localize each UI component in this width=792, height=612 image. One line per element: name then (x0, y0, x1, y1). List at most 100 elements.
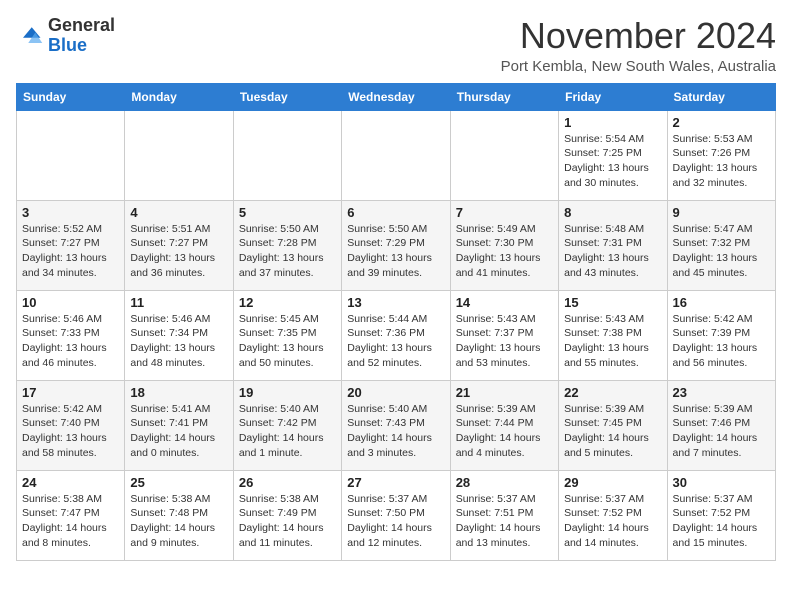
day-number: 18 (130, 385, 227, 400)
day-cell: 28Sunrise: 5:37 AM Sunset: 7:51 PM Dayli… (450, 470, 558, 560)
day-info: Sunrise: 5:52 AM Sunset: 7:27 PM Dayligh… (22, 222, 119, 281)
day-info: Sunrise: 5:37 AM Sunset: 7:50 PM Dayligh… (347, 492, 444, 551)
day-cell: 13 Sunrise: 5:44 AM Sunset: 7:36 PM Dayli… (342, 290, 450, 380)
day-number: 14 (456, 295, 553, 310)
day-info: Sunrise: 5:47 AM Sunset: 7:32 PM Dayligh… (673, 222, 770, 281)
day-number: 5 (239, 205, 336, 220)
day-cell: 1 Sunrise: 5:54 AM Sunset: 7:25 PM Daylig… (559, 110, 667, 200)
day-info: Sunrise: 5:44 AM Sunset: 7:36 PM Dayligh… (347, 312, 444, 371)
day-number: 9 (673, 205, 770, 220)
day-info: Sunrise: 5:37 AM Sunset: 7:52 PM Dayligh… (564, 492, 661, 551)
weekday-header-row: SundayMondayTuesdayWednesdayThursdayFrid… (17, 83, 776, 110)
day-cell: 27 Sunrise: 5:37 AM Sunset: 7:50 PM Dayli… (342, 470, 450, 560)
day-info: Sunrise: 5:51 AM Sunset: 7:27 PM Dayligh… (130, 222, 227, 281)
day-number: 7 (456, 205, 553, 220)
day-info: Sunrise: 5:43 AM Sunset: 7:37 PM Dayligh… (456, 312, 553, 371)
day-cell: 6 Sunrise: 5:50 AM Sunset: 7:29 PM Daylig… (342, 200, 450, 290)
day-info: Sunrise: 5:39 AM Sunset: 7:46 PM Dayligh… (673, 402, 770, 461)
day-number: 20 (347, 385, 444, 400)
day-number: 4 (130, 205, 227, 220)
day-cell (17, 110, 125, 200)
day-info: Sunrise: 5:38 AM Sunset: 7:47 PM Dayligh… (22, 492, 119, 551)
day-cell: 19 Sunrise: 5:40 AM Sunset: 7:42 PM Dayli… (233, 380, 341, 470)
day-cell (450, 110, 558, 200)
logo: General Blue (16, 16, 115, 56)
day-cell: 18 Sunrise: 5:41 AM Sunset: 7:41 PM Dayli… (125, 380, 233, 470)
day-number: 10 (22, 295, 119, 310)
day-cell: 12 Sunrise: 5:45 AM Sunset: 7:35 PM Dayli… (233, 290, 341, 380)
day-number: 19 (239, 385, 336, 400)
day-info: Sunrise: 5:39 AM Sunset: 7:45 PM Dayligh… (564, 402, 661, 461)
day-info: Sunrise: 5:40 AM Sunset: 7:43 PM Dayligh… (347, 402, 444, 461)
title-area: November 2024 Port Kembla, New South Wal… (501, 16, 776, 75)
day-number: 17 (22, 385, 119, 400)
day-info: Sunrise: 5:49 AM Sunset: 7:30 PM Dayligh… (456, 222, 553, 281)
day-cell (125, 110, 233, 200)
day-cell: 7 Sunrise: 5:49 AM Sunset: 7:30 PM Daylig… (450, 200, 558, 290)
day-cell: 25 Sunrise: 5:38 AM Sunset: 7:48 PM Dayli… (125, 470, 233, 560)
day-cell: 26 Sunrise: 5:38 AM Sunset: 7:49 PM Dayli… (233, 470, 341, 560)
day-info: Sunrise: 5:43 AM Sunset: 7:38 PM Dayligh… (564, 312, 661, 371)
week-row-4: 24Sunrise: 5:38 AM Sunset: 7:47 PM Dayli… (17, 470, 776, 560)
day-cell: 14 Sunrise: 5:43 AM Sunset: 7:37 PM Dayli… (450, 290, 558, 380)
weekday-header-friday: Friday (559, 83, 667, 110)
day-info: Sunrise: 5:45 AM Sunset: 7:35 PM Dayligh… (239, 312, 336, 371)
week-row-2: 10 Sunrise: 5:46 AM Sunset: 7:33 PM Dayli… (17, 290, 776, 380)
day-info: Sunrise: 5:38 AM Sunset: 7:49 PM Dayligh… (239, 492, 336, 551)
logo-icon (16, 22, 44, 50)
day-info: Sunrise: 5:39 AM Sunset: 7:44 PM Dayligh… (456, 402, 553, 461)
day-info: Sunrise: 5:37 AM Sunset: 7:51 PM Dayligh… (456, 492, 553, 551)
day-info: Sunrise: 5:53 AM Sunset: 7:26 PM Dayligh… (673, 132, 770, 191)
day-cell: 16Sunrise: 5:42 AM Sunset: 7:39 PM Dayli… (667, 290, 775, 380)
day-cell: 9 Sunrise: 5:47 AM Sunset: 7:32 PM Daylig… (667, 200, 775, 290)
weekday-header-thursday: Thursday (450, 83, 558, 110)
week-row-1: 3 Sunrise: 5:52 AM Sunset: 7:27 PM Daylig… (17, 200, 776, 290)
day-number: 13 (347, 295, 444, 310)
week-row-3: 17 Sunrise: 5:42 AM Sunset: 7:40 PM Dayli… (17, 380, 776, 470)
day-info: Sunrise: 5:38 AM Sunset: 7:48 PM Dayligh… (130, 492, 227, 551)
month-title: November 2024 (501, 16, 776, 56)
day-info: Sunrise: 5:50 AM Sunset: 7:29 PM Dayligh… (347, 222, 444, 281)
day-info: Sunrise: 5:41 AM Sunset: 7:41 PM Dayligh… (130, 402, 227, 461)
weekday-header-monday: Monday (125, 83, 233, 110)
day-info: Sunrise: 5:48 AM Sunset: 7:31 PM Dayligh… (564, 222, 661, 281)
day-cell: 24Sunrise: 5:38 AM Sunset: 7:47 PM Dayli… (17, 470, 125, 560)
day-number: 12 (239, 295, 336, 310)
day-cell: 20 Sunrise: 5:40 AM Sunset: 7:43 PM Dayli… (342, 380, 450, 470)
day-info: Sunrise: 5:42 AM Sunset: 7:40 PM Dayligh… (22, 402, 119, 461)
weekday-header-saturday: Saturday (667, 83, 775, 110)
day-cell: 11Sunrise: 5:46 AM Sunset: 7:34 PM Dayli… (125, 290, 233, 380)
day-number: 23 (673, 385, 770, 400)
day-number: 27 (347, 475, 444, 490)
day-cell: 3 Sunrise: 5:52 AM Sunset: 7:27 PM Daylig… (17, 200, 125, 290)
day-info: Sunrise: 5:40 AM Sunset: 7:42 PM Dayligh… (239, 402, 336, 461)
day-info: Sunrise: 5:37 AM Sunset: 7:52 PM Dayligh… (673, 492, 770, 551)
day-cell: 10 Sunrise: 5:46 AM Sunset: 7:33 PM Dayli… (17, 290, 125, 380)
day-number: 1 (564, 115, 661, 130)
day-number: 26 (239, 475, 336, 490)
day-cell: 17 Sunrise: 5:42 AM Sunset: 7:40 PM Dayli… (17, 380, 125, 470)
weekday-header-wednesday: Wednesday (342, 83, 450, 110)
calendar-table: SundayMondayTuesdayWednesdayThursdayFrid… (16, 83, 776, 561)
day-number: 25 (130, 475, 227, 490)
day-number: 22 (564, 385, 661, 400)
day-number: 3 (22, 205, 119, 220)
day-number: 30 (673, 475, 770, 490)
day-cell: 29 Sunrise: 5:37 AM Sunset: 7:52 PM Dayli… (559, 470, 667, 560)
day-number: 21 (456, 385, 553, 400)
day-number: 15 (564, 295, 661, 310)
day-number: 11 (130, 295, 227, 310)
day-cell: 22 Sunrise: 5:39 AM Sunset: 7:45 PM Dayli… (559, 380, 667, 470)
day-info: Sunrise: 5:46 AM Sunset: 7:33 PM Dayligh… (22, 312, 119, 371)
day-cell (342, 110, 450, 200)
day-cell: 4 Sunrise: 5:51 AM Sunset: 7:27 PM Daylig… (125, 200, 233, 290)
day-cell: 23 Sunrise: 5:39 AM Sunset: 7:46 PM Dayli… (667, 380, 775, 470)
day-number: 6 (347, 205, 444, 220)
day-info: Sunrise: 5:54 AM Sunset: 7:25 PM Dayligh… (564, 132, 661, 191)
day-cell: 30 Sunrise: 5:37 AM Sunset: 7:52 PM Dayli… (667, 470, 775, 560)
day-info: Sunrise: 5:42 AM Sunset: 7:39 PM Dayligh… (673, 312, 770, 371)
day-cell: 21 Sunrise: 5:39 AM Sunset: 7:44 PM Dayli… (450, 380, 558, 470)
day-cell: 8Sunrise: 5:48 AM Sunset: 7:31 PM Daylig… (559, 200, 667, 290)
logo-text: General Blue (48, 16, 115, 56)
day-number: 29 (564, 475, 661, 490)
